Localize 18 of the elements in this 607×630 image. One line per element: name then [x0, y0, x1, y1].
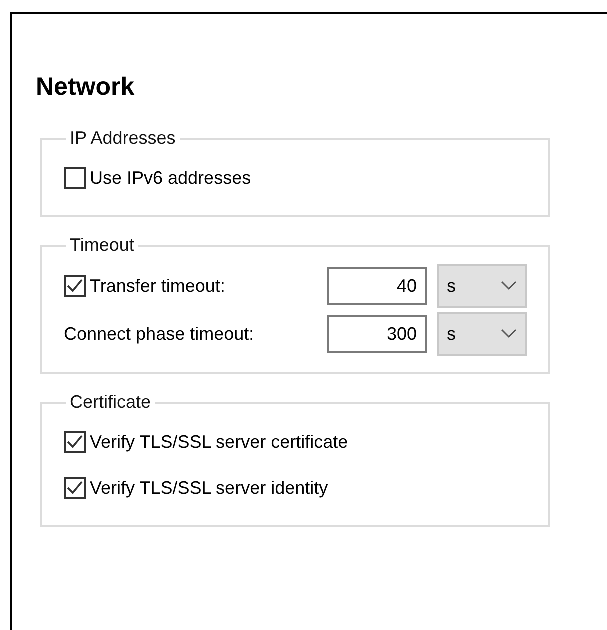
- chevron-down-icon: [501, 329, 517, 339]
- page-title: Network: [36, 72, 136, 102]
- checkmark-icon: [67, 481, 83, 495]
- number-field[interactable]: 40: [327, 267, 427, 305]
- chevron-down-icon: [501, 281, 517, 291]
- field-label: Connect phase timeout:: [64, 324, 254, 344]
- group-title: Timeout: [69, 235, 136, 256]
- group-title: Certificate: [69, 392, 152, 413]
- checkbox[interactable]: Transfer timeout:: [64, 275, 226, 297]
- checkmark-icon: [67, 435, 83, 449]
- checkbox[interactable]: Use IPv6 addresses: [64, 167, 252, 189]
- checkbox[interactable]: Verify TLS/SSL server identity: [64, 477, 328, 499]
- checkmark-icon: [67, 279, 83, 293]
- unit-dropdown[interactable]: s: [437, 264, 527, 308]
- checkbox[interactable]: Verify TLS/SSL server certificate: [64, 431, 348, 453]
- unit-dropdown[interactable]: s: [437, 312, 527, 356]
- number-field[interactable]: 300: [327, 315, 427, 353]
- group-title: IP Addresses: [69, 128, 177, 149]
